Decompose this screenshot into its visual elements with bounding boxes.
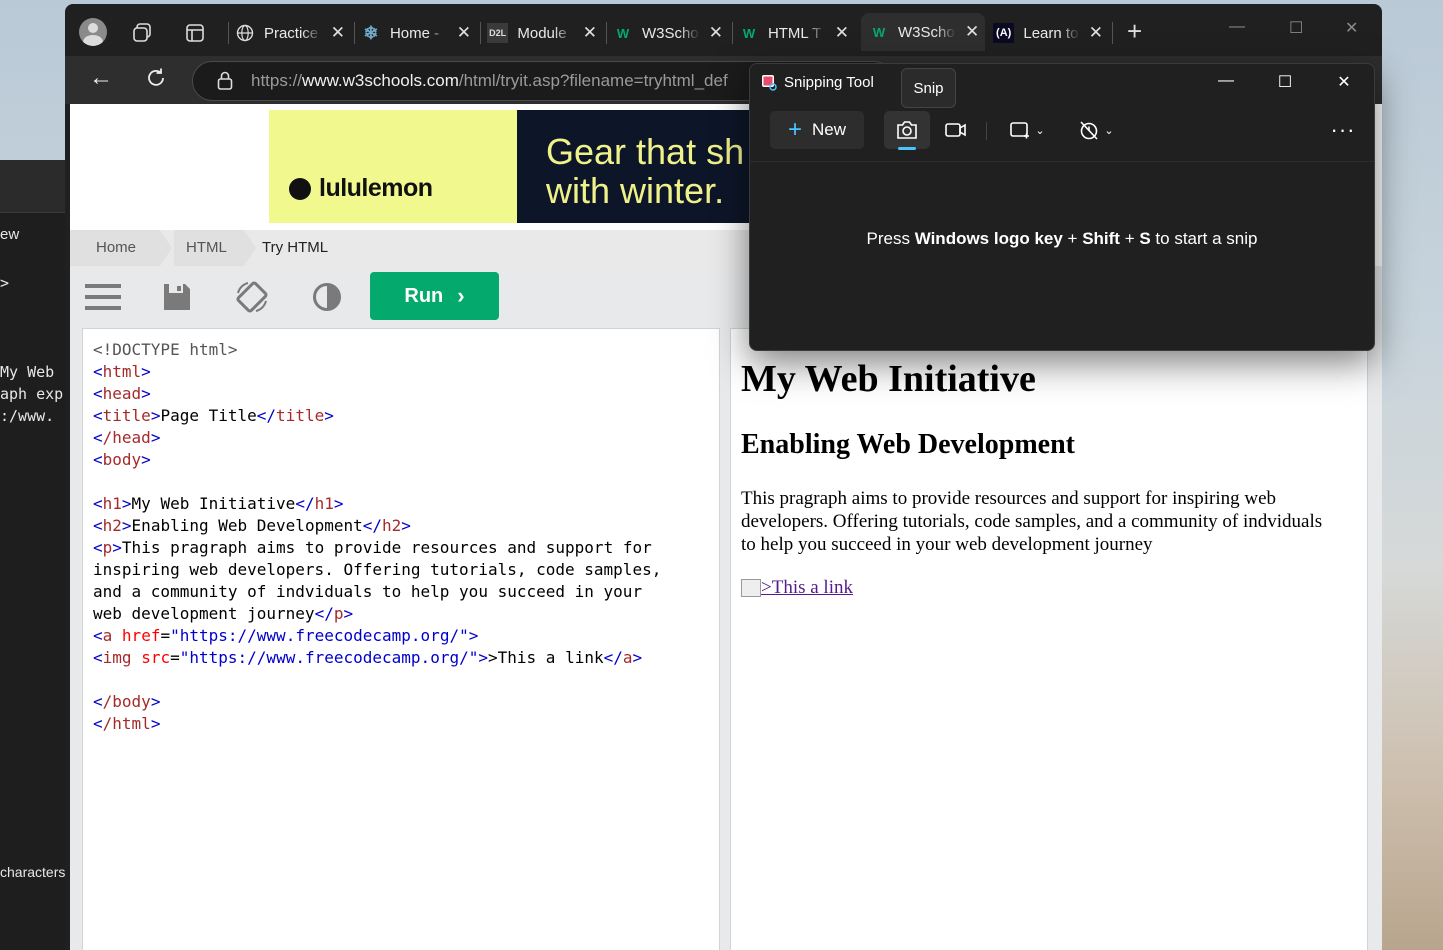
w3schools-icon: W [742, 25, 756, 41]
run-button-label: Run [404, 284, 444, 307]
w3schools-icon: W [616, 25, 630, 41]
close-icon[interactable]: ✕ [965, 22, 979, 42]
preview-link[interactable]: >This a link [741, 577, 853, 599]
maximize-icon[interactable]: ☐ [1274, 72, 1296, 92]
snip-shape-dropdown[interactable]: ⌄ [1003, 111, 1051, 149]
tab-w3schools-active[interactable]: W W3Scho ✕ [861, 13, 985, 51]
ad-brand: lululemon [319, 174, 433, 202]
result-preview: My Web Initiative Enabling Web Developme… [730, 328, 1368, 950]
preview-h2: Enabling Web Development [741, 429, 1075, 460]
terminal-status-text: characters [0, 864, 66, 880]
back-arrow-icon[interactable]: ← [89, 66, 113, 90]
snipping-tool-window: Snipping Tool — ☐ ✕ + New ⌄ ⌄ ··· Press … [749, 63, 1375, 351]
save-icon[interactable] [158, 278, 196, 316]
dark-mode-toggle-icon[interactable] [308, 278, 346, 316]
minimize-icon[interactable]: — [1215, 72, 1237, 90]
tab-module[interactable]: D2L Module ✕ [487, 14, 597, 52]
chevron-down-icon: ⌄ [1035, 124, 1045, 137]
new-label: New [812, 120, 847, 139]
tab-home[interactable]: ❄ Home - ✕ [361, 14, 471, 52]
rotate-orientation-icon[interactable] [233, 278, 271, 316]
tab-title: Learn to [1023, 24, 1079, 42]
more-options-icon[interactable]: ··· [1320, 111, 1366, 149]
preview-paragraph: This pragraph aims to provide resources … [741, 488, 1323, 555]
terminal-text: > [0, 274, 10, 292]
record-mode-button[interactable] [933, 111, 979, 149]
close-icon[interactable]: ✕ [457, 23, 471, 43]
tab-practice[interactable]: Practice ✕ [235, 14, 345, 52]
freecodecamp-icon: (A) [993, 23, 1015, 43]
d2l-icon: D2L [487, 23, 509, 43]
code-editor[interactable]: <!DOCTYPE html> <html> <head> <title>Pag… [82, 328, 720, 950]
tab-html-tutorial[interactable]: W HTML T ✕ [739, 14, 849, 52]
terminal-text: :/www. [0, 407, 55, 425]
tab-title: W3Scho [898, 23, 955, 41]
terminal-text: ew [0, 226, 20, 243]
tab-title: Home - [389, 24, 440, 42]
breadcrumb-current: Try HTML [262, 239, 329, 256]
workspaces-icon[interactable] [131, 22, 153, 49]
broken-image-icon[interactable] [741, 579, 761, 597]
lock-icon[interactable] [217, 71, 233, 95]
run-button[interactable]: Run › [370, 272, 499, 320]
delay-dropdown[interactable]: ⌄ [1072, 111, 1120, 149]
chevron-right-icon: › [457, 283, 465, 308]
breadcrumb-html-link[interactable]: HTML [186, 239, 227, 256]
terminal-text: My Web [0, 363, 55, 381]
snip-tooltip: Snip [901, 68, 956, 108]
video-camera-icon [945, 123, 966, 137]
tab-title: Practice [263, 24, 319, 42]
background-terminal-window: ew > My Web aph exp :/www. characters [0, 160, 68, 950]
close-icon[interactable]: ✕ [331, 23, 345, 43]
breadcrumb-home-link[interactable]: Home [96, 239, 136, 256]
plus-icon: + [787, 116, 802, 143]
url-text[interactable]: https://www.w3schools.com/html/tryit.asp… [251, 71, 728, 91]
tab-w3schools[interactable]: W W3Scho ✕ [613, 14, 723, 52]
close-icon[interactable]: ✕ [1333, 72, 1355, 92]
tab-actions-icon[interactable] [185, 23, 205, 48]
tab-learn-to[interactable]: (A) Learn to ✕ [993, 14, 1103, 52]
minimize-icon[interactable]: — [1229, 18, 1245, 36]
ad-banner-lululemon[interactable]: lululemon [269, 110, 517, 223]
terminal-title-bar [0, 160, 68, 213]
close-window-icon[interactable]: ✕ [1345, 18, 1358, 38]
tryit-panes: <!DOCTYPE html> <html> <head> <title>Pag… [70, 328, 1382, 950]
profile-avatar[interactable] [79, 18, 107, 46]
tab-strip: Practice ✕ ❄ Home - ✕ D2L Module ✕ W W3S… [65, 4, 1382, 56]
close-icon[interactable]: ✕ [1089, 23, 1103, 43]
maximize-icon[interactable]: ☐ [1289, 18, 1303, 38]
w3schools-icon: W [872, 24, 886, 40]
terminal-text: aph exp [0, 385, 64, 403]
snowflake-icon: ❄ [363, 22, 379, 43]
tab-title: W3Scho [641, 24, 699, 42]
new-snip-button[interactable]: + New [770, 111, 864, 149]
chevron-down-icon: ⌄ [1104, 124, 1114, 137]
new-tab-plus-icon[interactable]: + [1127, 18, 1142, 44]
snip-instruction: Press Windows logo key + Shift + S to st… [866, 229, 1258, 248]
code-content[interactable]: <!DOCTYPE html> <html> <head> <title>Pag… [93, 339, 661, 735]
close-icon[interactable]: ✕ [709, 23, 723, 43]
tab-title: HTML T [767, 24, 822, 42]
preview-h1: My Web Initiative [741, 358, 1036, 400]
snipping-tool-app-icon [760, 73, 778, 96]
tab-title: Module [517, 24, 567, 42]
menu-icon[interactable] [84, 278, 122, 316]
ad-headline: Gear that sh with winter. [546, 131, 745, 211]
close-icon[interactable]: ✕ [835, 23, 849, 43]
rectangle-snip-icon [1010, 122, 1030, 139]
snipping-tool-title: Snipping Tool [784, 74, 874, 91]
globe-icon [235, 23, 255, 43]
refresh-icon[interactable] [145, 67, 167, 94]
ad-banner-headline[interactable]: Gear that sh with winter. [517, 110, 757, 223]
lululemon-logo-icon [289, 177, 311, 200]
no-delay-timer-icon [1080, 121, 1098, 140]
breadcrumb: Home HTML Try HTML [70, 230, 770, 266]
camera-icon [897, 121, 917, 139]
snip-mode-button[interactable] [884, 111, 930, 150]
close-icon[interactable]: ✕ [583, 23, 597, 43]
